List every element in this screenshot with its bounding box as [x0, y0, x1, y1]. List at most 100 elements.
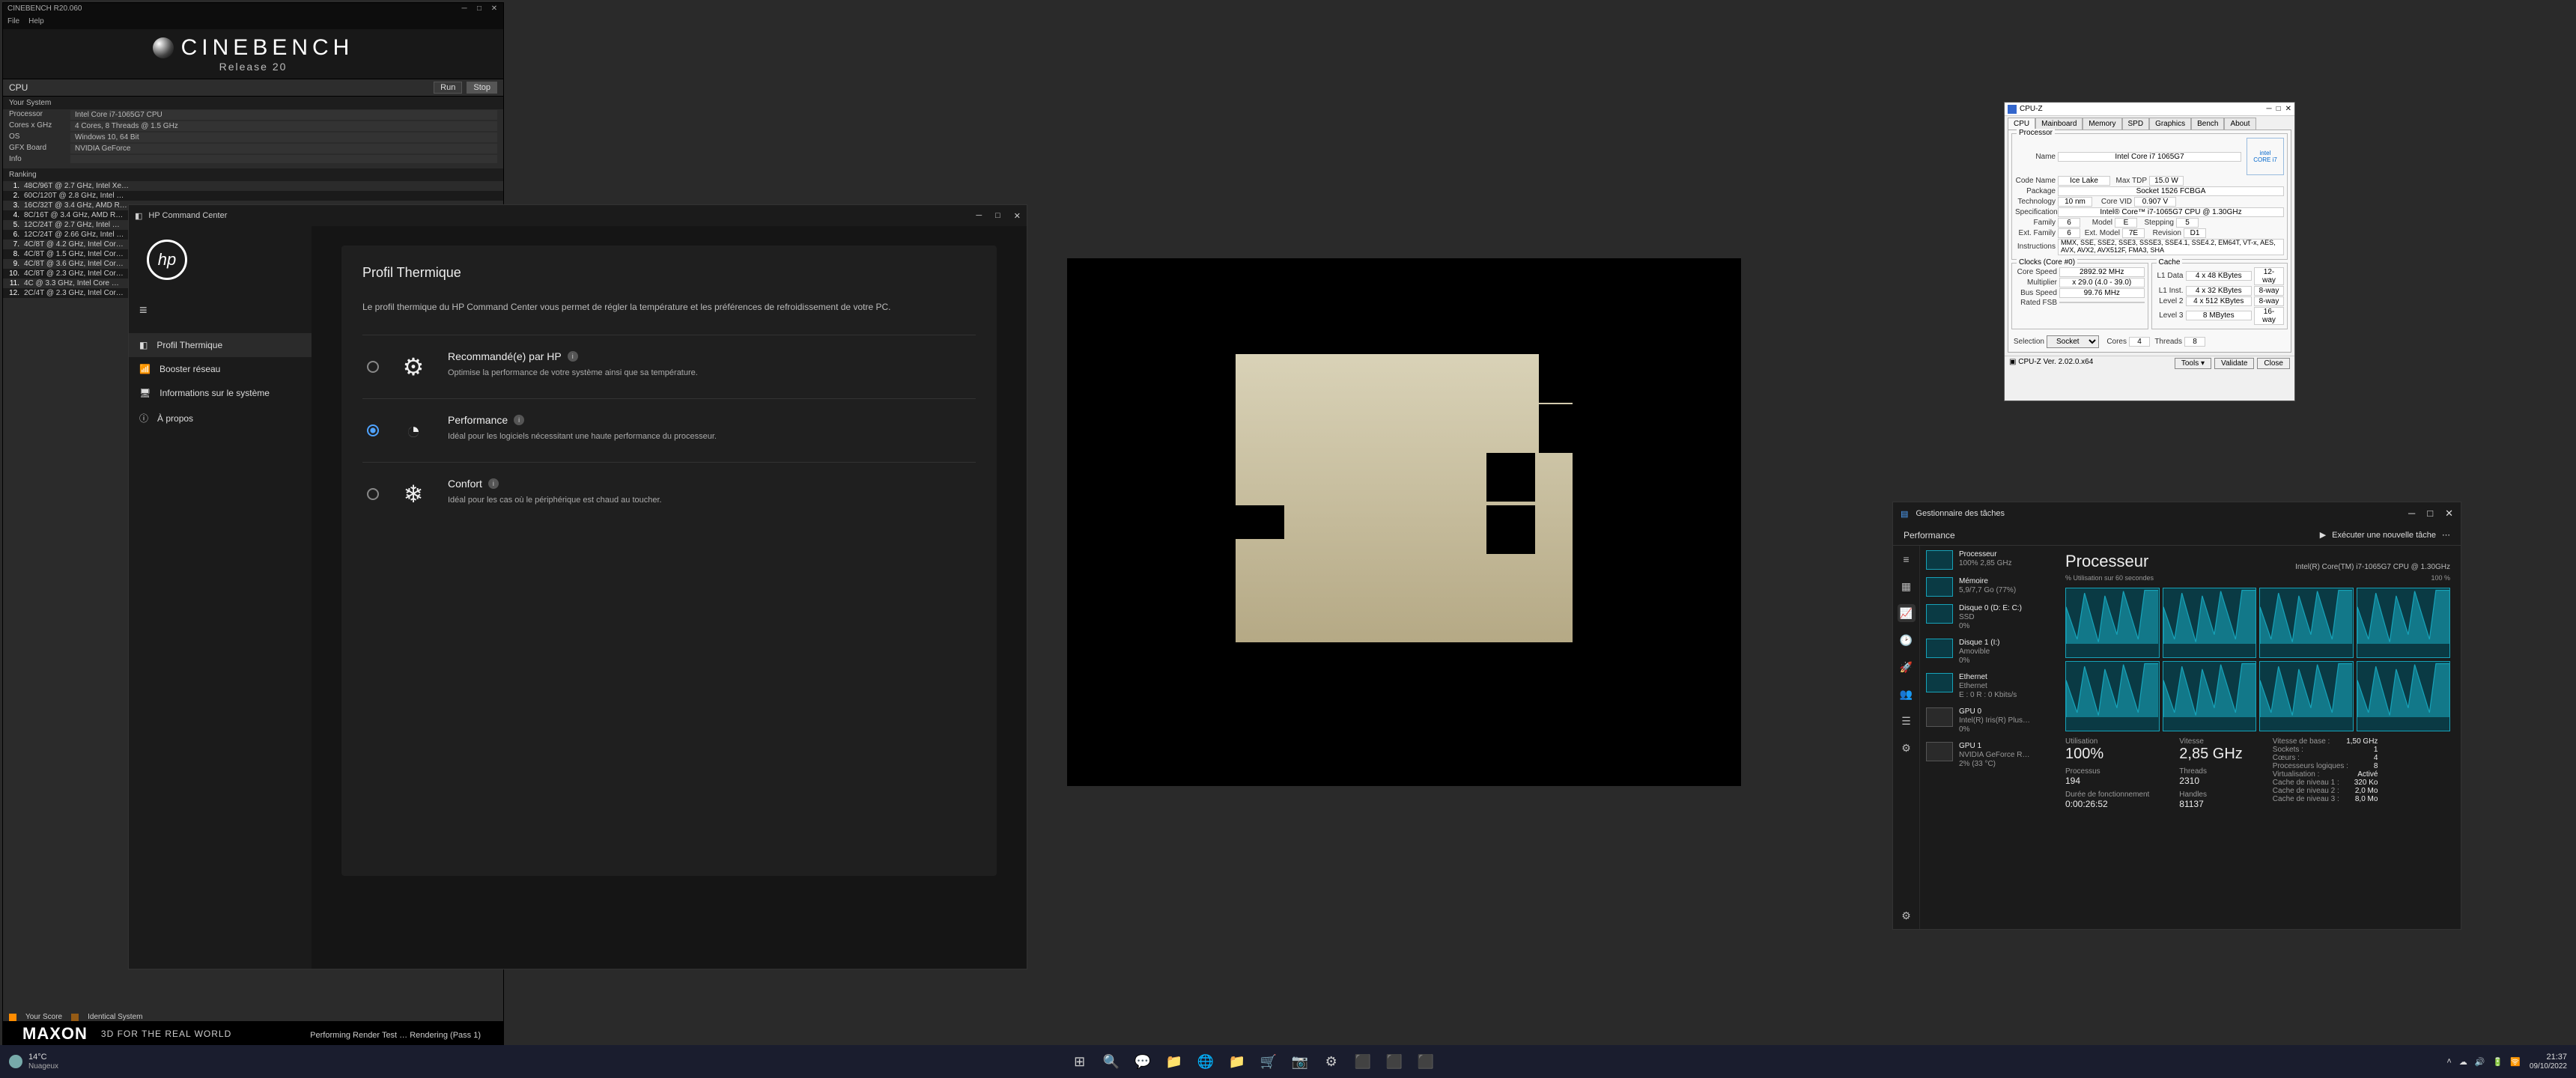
rail-settings-icon[interactable]: ⚙ — [1898, 907, 1916, 925]
minimize-icon[interactable]: ─ — [2266, 105, 2271, 113]
resource-item[interactable]: Mémoire5,9/7,7 Go (77%) — [1926, 577, 2049, 597]
nav-item[interactable]: ◧Profil Thermique — [129, 333, 312, 357]
rail-details-icon[interactable]: ☰ — [1898, 712, 1916, 730]
hamburger-icon[interactable]: ≡ — [139, 302, 312, 318]
rail-processes-icon[interactable]: ▦ — [1898, 577, 1916, 595]
clock-date[interactable]: 09/10/2022 — [2530, 1062, 2567, 1071]
rail-hamburger-icon[interactable]: ≡ — [1898, 550, 1916, 568]
info-icon[interactable]: i — [568, 351, 578, 362]
tm-titlebar[interactable]: ▤Gestionnaire des tâches ─□✕ — [1893, 502, 2461, 525]
taskbar-app-icon[interactable]: ⚙ — [1319, 1049, 1344, 1074]
menu-help[interactable]: Help — [28, 17, 44, 28]
sys-key: Processor — [9, 110, 63, 120]
l3w: 16-way — [2254, 307, 2284, 325]
run-task-icon[interactable]: ▶ — [2320, 530, 2326, 540]
hp-command-center-window: ◧HP Command Center ─ □ ✕ hp ≡ ◧Profil Th… — [128, 204, 1027, 969]
tray-icon[interactable]: ˄ — [2446, 1057, 2451, 1067]
run-task-label[interactable]: Exécuter une nouvelle tâche — [2332, 531, 2436, 540]
taskbar-app-icon[interactable]: 🛒 — [1256, 1049, 1281, 1074]
resource-item[interactable]: Disque 0 (D: E: C:)SSD0% — [1926, 604, 2049, 631]
option-icon: ◔ — [397, 414, 430, 447]
taskbar-app-icon[interactable]: 🔍 — [1099, 1049, 1124, 1074]
thermal-option[interactable]: ⚙Recommandé(e) par HPiOptimise la perfor… — [362, 335, 976, 398]
nav-item[interactable]: ⓘÀ propos — [129, 405, 312, 431]
taskbar-app-icon[interactable]: ⊞ — [1067, 1049, 1093, 1074]
minimize-icon[interactable]: ─ — [976, 211, 982, 221]
thermal-option[interactable]: ❄ConfortiIdéal pour les cas où le périph… — [362, 462, 976, 526]
sys-row: Cores x GHz4 Cores, 8 Threads @ 1.5 GHz — [3, 121, 503, 132]
clock-time[interactable]: 21:37 — [2546, 1053, 2567, 1062]
ranking-row[interactable]: 1.48C/96T @ 2.7 GHz, Intel Xe… — [3, 181, 503, 191]
maximize-icon[interactable]: □ — [995, 211, 1000, 221]
ranking-text: 4C @ 3.3 GHz, Intel Core … — [24, 279, 119, 287]
stat-label: Threads — [2179, 767, 2207, 776]
ranking-row[interactable]: 2.60C/120T @ 2.8 GHz, Intel … — [3, 191, 503, 201]
radio-icon[interactable] — [367, 424, 379, 436]
sys-key: OS — [9, 133, 63, 142]
nav-item[interactable]: 📶Booster réseau — [129, 357, 312, 381]
tray-icon[interactable]: 🛜 — [2510, 1057, 2521, 1067]
close-icon[interactable]: ✕ — [1014, 211, 1021, 221]
resource-item[interactable]: EthernetEthernetE : 0 R : 0 Kbits/s — [1926, 673, 2049, 700]
thermal-profile-card: Profil Thermique Le profil thermique du … — [341, 246, 997, 876]
taskbar-app-icon[interactable]: ⬛ — [1382, 1049, 1407, 1074]
taskbar-app-icon[interactable]: 💬 — [1130, 1049, 1155, 1074]
taskbar-app-icon[interactable]: ⬛ — [1413, 1049, 1439, 1074]
taskbar-app-icon[interactable]: ⬛ — [1350, 1049, 1376, 1074]
menu-file[interactable]: File — [7, 17, 19, 28]
radio-icon[interactable] — [367, 361, 379, 373]
resource-item[interactable]: GPU 0Intel(R) Iris(R) Plus…0% — [1926, 707, 2049, 734]
cpuz-tab[interactable]: About — [2224, 118, 2255, 130]
taskbar-weather[interactable]: 14°CNuageux — [9, 1053, 58, 1071]
rail-users-icon[interactable]: 👥 — [1898, 685, 1916, 703]
taskbar-app-icon[interactable]: 📁 — [1224, 1049, 1250, 1074]
taskbar: 14°CNuageux ⊞🔍💬📁🌐📁🛒📷⚙⬛⬛⬛ ˄☁🔊🔋🛜 21:3709/1… — [0, 1045, 2576, 1078]
minimize-icon[interactable]: ─ — [460, 4, 469, 15]
resource-item[interactable]: GPU 1NVIDIA GeForce R…2% (33 °C) — [1926, 742, 2049, 769]
detail-title: Processeur — [2065, 552, 2148, 571]
info-icon[interactable]: i — [514, 415, 524, 425]
cpuz-tab[interactable]: Graphics — [2149, 118, 2191, 130]
socket-select[interactable]: Socket #1 — [2047, 335, 2099, 348]
cinebench-titlebar[interactable]: CINEBENCH R20.060 ─ □ ✕ — [3, 3, 503, 16]
tray-icon[interactable]: 🔊 — [2475, 1057, 2485, 1067]
tray-icon[interactable]: 🔋 — [2493, 1057, 2503, 1067]
rail-history-icon[interactable]: 🕑 — [1898, 631, 1916, 649]
rail-services-icon[interactable]: ⚙ — [1898, 739, 1916, 757]
rail-performance-icon[interactable]: 📈 — [1898, 604, 1916, 622]
cpuz-titlebar[interactable]: CPU-Z ─□✕ — [2005, 103, 2294, 116]
tools-button[interactable]: Tools ▾ — [2175, 358, 2211, 369]
taskbar-app-icon[interactable]: 🌐 — [1193, 1049, 1218, 1074]
mini-graph — [1926, 639, 1953, 658]
resource-item[interactable]: Disque 1 (I:)Amovible0% — [1926, 639, 2049, 666]
taskbar-app-icon[interactable]: 📁 — [1161, 1049, 1187, 1074]
maximize-icon[interactable]: □ — [475, 4, 484, 15]
stop-button[interactable]: Stop — [467, 82, 497, 94]
taskbar-app-icon[interactable]: 📷 — [1287, 1049, 1313, 1074]
close-icon[interactable]: ✕ — [490, 4, 499, 15]
maximize-icon[interactable]: □ — [2276, 105, 2281, 113]
info-icon[interactable]: i — [488, 478, 499, 489]
thermal-option[interactable]: ◔PerformanceiIdéal pour les logiciels né… — [362, 398, 976, 462]
cpuz-tab[interactable]: SPD — [2122, 118, 2150, 130]
rail-startup-icon[interactable]: 🚀 — [1898, 658, 1916, 676]
run-button[interactable]: Run — [434, 82, 462, 94]
hpcc-titlebar[interactable]: ◧HP Command Center ─ □ ✕ — [129, 205, 1027, 226]
close-button[interactable]: Close — [2257, 358, 2290, 369]
validate-button[interactable]: Validate — [2214, 358, 2254, 369]
more-icon[interactable]: ⋯ — [2442, 530, 2450, 540]
close-icon[interactable]: ✕ — [2285, 105, 2291, 113]
cpuz-tab[interactable]: Memory — [2083, 118, 2121, 130]
tray-icon[interactable]: ☁ — [2459, 1057, 2467, 1067]
radio-icon[interactable] — [367, 488, 379, 500]
cpuz-tab[interactable]: Bench — [2191, 118, 2224, 130]
cpuz-tab[interactable]: Mainboard — [2035, 118, 2083, 130]
maximize-icon[interactable]: □ — [2427, 508, 2433, 520]
cpuz-tab[interactable]: CPU — [2008, 118, 2035, 130]
minimize-icon[interactable]: ─ — [2408, 508, 2415, 520]
cinebench-banner: CINEBENCH Release 20 — [3, 29, 503, 79]
resource-item[interactable]: Processeur100% 2,85 GHz — [1926, 550, 2049, 570]
proc-name: Intel Core i7 1065G7 — [2058, 152, 2241, 162]
nav-item[interactable]: 🖥Informations sur le système — [129, 381, 312, 405]
close-icon[interactable]: ✕ — [2445, 508, 2453, 520]
